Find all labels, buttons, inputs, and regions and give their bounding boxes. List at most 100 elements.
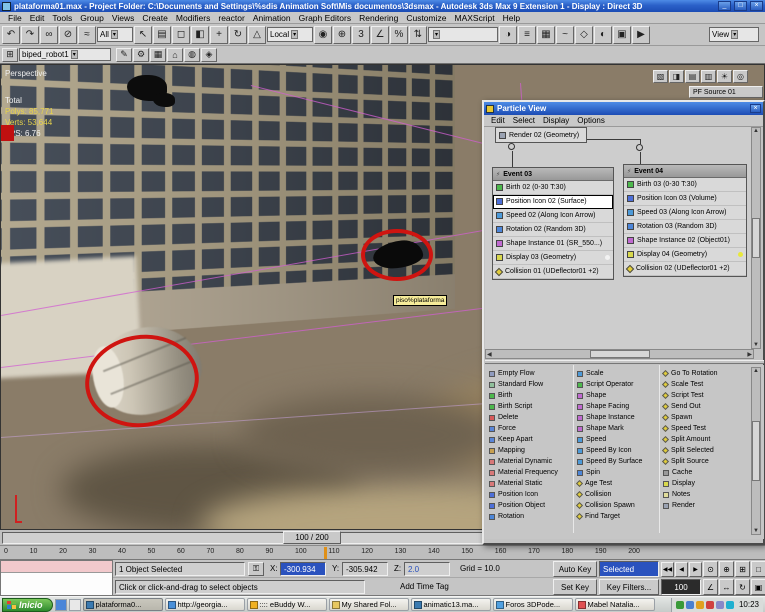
taskbar-item[interactable]: Mabel Natalia...: [574, 598, 655, 611]
pf-source-field[interactable]: PF Source 01: [689, 86, 763, 98]
scroll-up-icon[interactable]: ▲: [753, 128, 759, 134]
canvas-horizontal-scrollbar[interactable]: ◀ ▶: [485, 349, 754, 359]
time-slider-handle[interactable]: 100 / 200: [283, 531, 341, 544]
depot-item[interactable]: Material Dynamic: [489, 456, 571, 467]
depot-item[interactable]: Speed By Icon: [577, 445, 657, 456]
z-coordinate-field[interactable]: 2.0: [404, 562, 450, 576]
menu-item[interactable]: Options: [573, 116, 609, 125]
menu-item[interactable]: MAXScript: [450, 13, 498, 23]
scroll-down-icon[interactable]: ▼: [753, 528, 759, 534]
properties-icon[interactable]: ▥: [701, 70, 716, 83]
y-coordinate-field[interactable]: -305.942: [342, 562, 388, 576]
go-to-start-icon[interactable]: ◀◀: [661, 562, 674, 577]
depot-item[interactable]: Speed Test: [661, 423, 745, 434]
zoom-icon[interactable]: ⊙: [703, 561, 718, 577]
key-mode-dropdown[interactable]: Selected: [599, 561, 659, 577]
render-setup-icon[interactable]: ▣: [613, 25, 631, 44]
event-action-row[interactable]: Rotation 02 (Random 3D): [493, 223, 613, 237]
quick-launch-icon[interactable]: [54, 598, 67, 611]
event-action-row[interactable]: Shape Instance 02 (Object01): [624, 234, 746, 248]
menu-item[interactable]: File: [4, 13, 26, 23]
menu-item[interactable]: Edit: [487, 116, 509, 125]
depot-item[interactable]: Position Object: [489, 500, 571, 511]
previous-frame-icon[interactable]: ◀: [675, 562, 688, 577]
select-and-scale-icon[interactable]: △: [248, 25, 266, 44]
event-action-row[interactable]: Display 04 (Geometry): [624, 248, 746, 262]
depot-item[interactable]: Force: [489, 423, 571, 434]
depot-item[interactable]: Material Static: [489, 478, 571, 489]
event-node[interactable]: ⚡ Event 04 Birth 03 (0-30 T:30) Position…: [623, 164, 747, 277]
selection-filter-dropdown[interactable]: All ▾: [97, 27, 133, 42]
named-selection-sets-dropdown[interactable]: ▾: [428, 27, 498, 42]
bind-to-space-warp-icon[interactable]: ≈: [78, 25, 96, 44]
depot-item[interactable]: Shape Facing: [577, 401, 657, 412]
current-frame-field[interactable]: 100: [661, 579, 701, 595]
select-and-move-icon[interactable]: +: [210, 25, 228, 44]
grid-icon[interactable]: ▦: [150, 47, 166, 62]
zoom-extents-icon[interactable]: ⊞: [735, 561, 750, 577]
menu-item[interactable]: reactor: [214, 13, 248, 23]
select-and-manipulate-icon[interactable]: ⊕: [333, 25, 351, 44]
depot-item[interactable]: Split Selected: [661, 445, 745, 456]
unlink-selection-icon[interactable]: ⊘: [59, 25, 77, 44]
selection-lock-icon[interactable]: ⚿: [248, 562, 264, 576]
close-icon[interactable]: ×: [750, 104, 761, 113]
menu-item[interactable]: Edit: [26, 13, 49, 23]
field-of-view-icon[interactable]: ∠: [703, 579, 718, 595]
angle-snap-icon[interactable]: ∠: [371, 25, 389, 44]
align-icon[interactable]: ≡: [518, 25, 536, 44]
scroll-down-icon[interactable]: ▼: [753, 342, 759, 348]
depot-item[interactable]: Cache: [663, 467, 745, 478]
window-crossing-icon[interactable]: ◧: [191, 25, 209, 44]
select-object-icon[interactable]: ↖: [134, 25, 152, 44]
menu-item[interactable]: Group: [76, 13, 108, 23]
depot-item[interactable]: Mapping: [489, 445, 571, 456]
schematic-view-icon[interactable]: ◇: [575, 25, 593, 44]
x-coordinate-field[interactable]: -300.934: [280, 562, 326, 576]
depot-item[interactable]: Spawn: [661, 412, 745, 423]
scroll-up-icon[interactable]: ▲: [753, 368, 759, 374]
quick-launch-icon[interactable]: [68, 598, 81, 611]
depot-item[interactable]: Collision Spawn: [575, 500, 657, 511]
redo-icon[interactable]: ↷: [21, 25, 39, 44]
depot-item[interactable]: Scale Test: [661, 379, 745, 390]
taskbar-item[interactable]: animatic13.ma...: [410, 598, 491, 611]
tray-icon[interactable]: [695, 600, 704, 609]
menu-item[interactable]: Modifiers: [172, 13, 214, 23]
depot-item[interactable]: Shape Mark: [577, 423, 657, 434]
play-icon[interactable]: ▶: [689, 562, 702, 577]
gizmo-icon[interactable]: ◈: [201, 47, 217, 62]
depot-item[interactable]: Standard Flow: [489, 379, 571, 390]
taskbar-item[interactable]: Foros 3DPode...: [492, 598, 573, 611]
percent-snap-icon[interactable]: %: [390, 25, 408, 44]
depot-item[interactable]: Position Icon: [489, 489, 571, 500]
depot-vertical-scrollbar[interactable]: ▲ ▼: [751, 367, 761, 535]
settings-icon[interactable]: ⚙: [133, 47, 149, 62]
menu-item[interactable]: Graph Editors: [295, 13, 355, 23]
select-and-rotate-icon[interactable]: ↻: [229, 25, 247, 44]
lights-icon[interactable]: ☀: [717, 70, 732, 83]
cameras-icon[interactable]: ◎: [733, 70, 748, 83]
undo-icon[interactable]: ↶: [2, 25, 20, 44]
menu-item[interactable]: Rendering: [355, 13, 402, 23]
zoom-all-icon[interactable]: ⊕: [719, 561, 734, 577]
depot-item[interactable]: Birth: [489, 390, 571, 401]
depot-item[interactable]: Spin: [577, 467, 657, 478]
layout-icon[interactable]: ⊞: [2, 47, 18, 62]
particle-view-title-bar[interactable]: Particle View ×: [484, 102, 763, 115]
tray-icon[interactable]: [675, 600, 684, 609]
close-button[interactable]: ×: [750, 1, 763, 11]
key-filters-button[interactable]: Key Filters...: [599, 579, 659, 595]
edit-keys-icon[interactable]: ✎: [116, 47, 132, 62]
event-action-row[interactable]: Position Icon 03 (Volume): [624, 192, 746, 206]
display-mode-icon[interactable]: ◍: [184, 47, 200, 62]
depot-item[interactable]: Notes: [663, 489, 745, 500]
display-panel-icon[interactable]: ◨: [669, 70, 684, 83]
set-key-button[interactable]: Set Key: [553, 579, 597, 595]
taskbar-item[interactable]: plataforma0...: [82, 598, 163, 611]
depot-item[interactable]: Script Test: [661, 390, 745, 401]
menu-item[interactable]: Create: [138, 13, 172, 23]
event-action-row[interactable]: Shape Instance 01 (SR_550...): [493, 237, 613, 251]
depot-item[interactable]: Shape: [577, 390, 657, 401]
arc-rotate-icon[interactable]: ↻: [735, 579, 750, 595]
